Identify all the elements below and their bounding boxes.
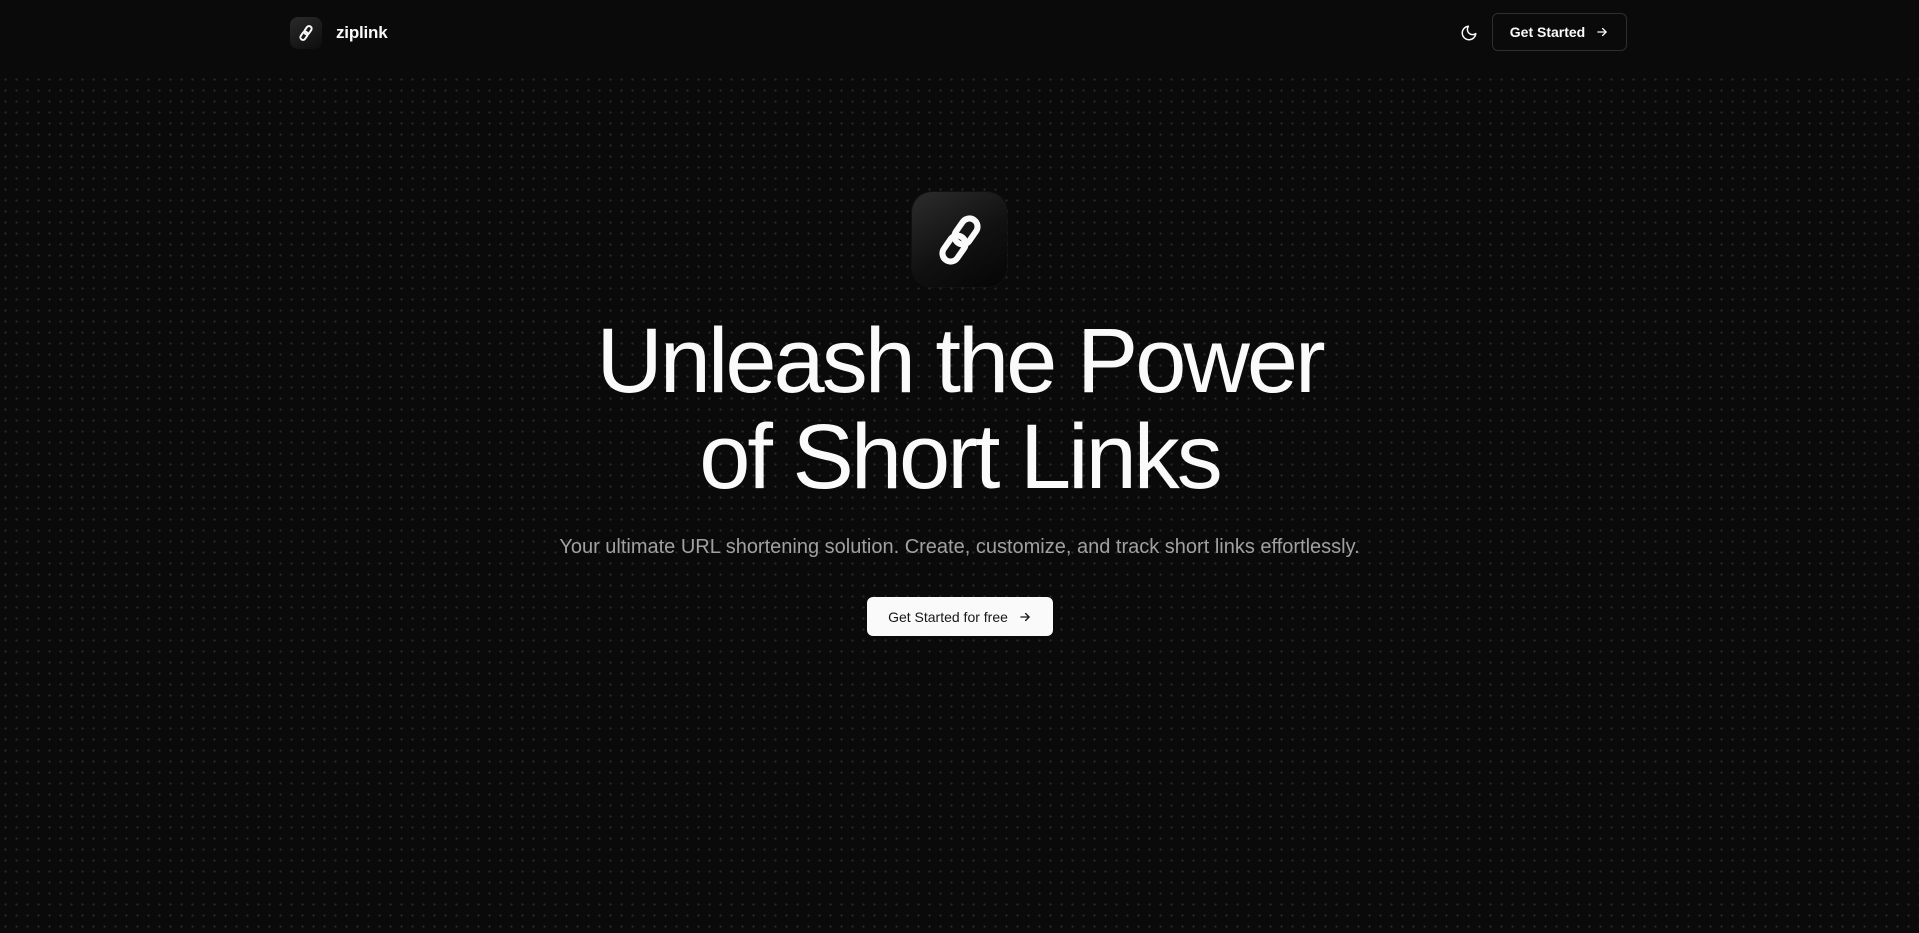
hero-title-line-2: of Short Links: [699, 406, 1223, 508]
hero-subtitle: Your ultimate URL shortening solution. C…: [559, 536, 1360, 558]
link-icon: [938, 214, 981, 265]
header-get-started-button[interactable]: Get Started: [1492, 13, 1627, 51]
brand-name: ziplink: [336, 23, 388, 42]
arrow-right-icon: [1018, 610, 1032, 624]
hero-title-line-1: Unleash the Power: [596, 310, 1325, 412]
brand-logo: [290, 17, 322, 49]
site-header: ziplink Get Started: [0, 0, 1919, 66]
get-started-free-label: Get Started for free: [888, 608, 1008, 625]
hero-logo: [912, 192, 1007, 287]
moon-icon: [1461, 25, 1477, 41]
get-started-free-button[interactable]: Get Started for free: [867, 597, 1053, 636]
brand-home-link[interactable]: ziplink: [290, 16, 388, 50]
link-icon: [299, 25, 313, 41]
header-get-started-label: Get Started: [1509, 24, 1586, 40]
arrow-right-icon: [1595, 25, 1609, 39]
landing-page: ziplink Get Started Unleash the Power of…: [0, 0, 1919, 933]
theme-toggle-button[interactable]: [1454, 18, 1484, 48]
hero-title: Unleash the Power of Short Links: [0, 313, 1919, 505]
